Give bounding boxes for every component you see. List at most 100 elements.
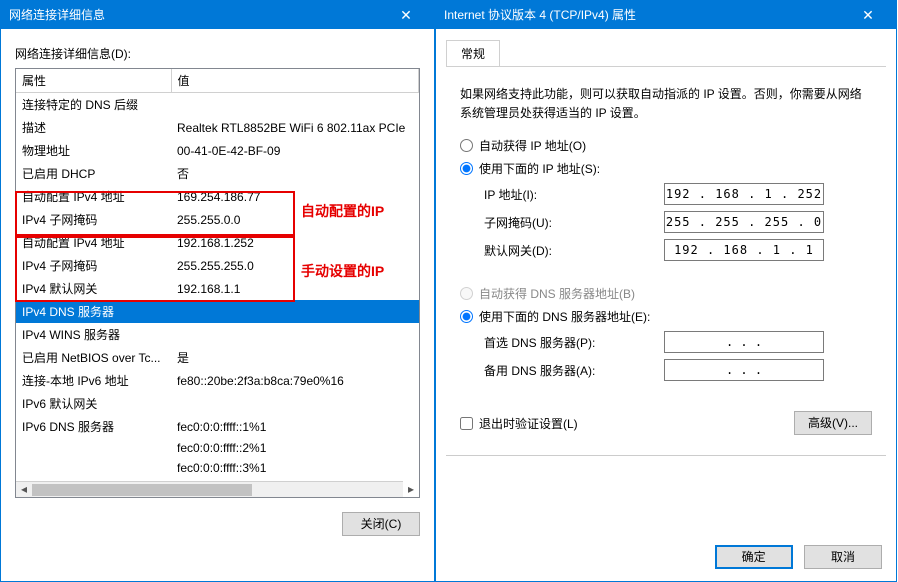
cell-value — [171, 392, 419, 415]
table-row[interactable]: IPv4 WINS 服务器 — [16, 323, 419, 346]
cell-value: 169.254.186.77 — [171, 185, 419, 208]
cell-value — [171, 93, 419, 117]
radio-use-dns[interactable]: 使用下面的 DNS 服务器地址(E): — [460, 308, 872, 325]
close-button[interactable]: 关闭(C) — [342, 512, 420, 536]
input-gateway[interactable]: 192 . 168 . 1 . 1 — [664, 239, 824, 261]
table-row[interactable]: IPv6 默认网关 — [16, 392, 419, 415]
cell-property: IPv4 子网掩码 — [16, 254, 171, 277]
table-row[interactable]: 描述Realtek RTL8852BE WiFi 6 802.11ax PCIe — [16, 116, 419, 139]
window-title: Internet 协议版本 4 (TCP/IPv4) 属性 — [444, 1, 636, 29]
close-icon[interactable]: ✕ — [386, 1, 426, 29]
cell-property: 已启用 NetBIOS over Tc... — [16, 346, 171, 369]
scroll-left-icon[interactable]: ◂ — [16, 482, 32, 498]
radio-use-ip-label: 使用下面的 IP 地址(S): — [479, 160, 600, 177]
checkbox-validate-label: 退出时验证设置(L) — [479, 415, 578, 432]
ok-button[interactable]: 确定 — [715, 545, 793, 569]
col-value[interactable]: 值 — [171, 69, 419, 93]
separator — [446, 455, 886, 456]
table-row[interactable]: 自动配置 IPv4 地址192.168.1.252 — [16, 231, 419, 254]
cell-value: fe80::20be:2f3a:b8ca:79e0%16 — [171, 369, 419, 392]
description-text: 如果网络支持此功能，则可以获取自动指派的 IP 设置。否则，你需要从网络系统管理… — [460, 85, 872, 123]
radio-use-ip[interactable]: 使用下面的 IP 地址(S): — [460, 160, 872, 177]
table-row[interactable]: fec0:0:0:ffff::3%1 — [16, 458, 419, 478]
label-mask: 子网掩码(U): — [484, 214, 664, 231]
cell-property: 物理地址 — [16, 139, 171, 162]
cell-property: IPv6 DNS 服务器 — [16, 415, 171, 438]
input-dns2[interactable]: . . . — [664, 359, 824, 381]
radio-auto-ip[interactable]: 自动获得 IP 地址(O) — [460, 137, 872, 154]
cell-value — [171, 300, 419, 323]
cell-value: fec0:0:0:ffff::1%1 — [171, 415, 419, 438]
cell-value: 192.168.1.252 — [171, 231, 419, 254]
table-row[interactable]: 自动配置 IPv4 地址169.254.186.77 — [16, 185, 419, 208]
cell-value: 00-41-0E-42-BF-09 — [171, 139, 419, 162]
cell-property — [16, 438, 171, 458]
radio-use-dns-input[interactable] — [460, 310, 473, 323]
table-row[interactable]: IPv4 DNS 服务器 — [16, 300, 419, 323]
col-property[interactable]: 属性 — [16, 69, 171, 93]
cell-value: 255.255.0.0 — [171, 208, 419, 231]
radio-auto-dns-input — [460, 287, 473, 300]
table-row[interactable]: IPv4 子网掩码255.255.255.0 — [16, 254, 419, 277]
cancel-button[interactable]: 取消 — [804, 545, 882, 569]
tab-bar: 常规 — [446, 39, 886, 67]
radio-auto-dns: 自动获得 DNS 服务器地址(B) — [460, 285, 872, 302]
checkbox-validate[interactable]: 退出时验证设置(L) — [460, 415, 578, 432]
table-row[interactable]: 已启用 DHCP否 — [16, 162, 419, 185]
cell-value: Realtek RTL8852BE WiFi 6 802.11ax PCIe — [171, 116, 419, 139]
cell-value: 255.255.255.0 — [171, 254, 419, 277]
ipv4-properties-window: Internet 协议版本 4 (TCP/IPv4) 属性 ✕ 常规 如果网络支… — [435, 0, 897, 582]
radio-auto-dns-label: 自动获得 DNS 服务器地址(B) — [479, 285, 635, 302]
cell-property: 已启用 DHCP — [16, 162, 171, 185]
details-table-wrap: 属性 值 连接特定的 DNS 后缀描述Realtek RTL8852BE WiF… — [15, 68, 420, 498]
table-row[interactable]: 已启用 NetBIOS over Tc...是 — [16, 346, 419, 369]
details-label: 网络连接详细信息(D): — [15, 45, 420, 62]
cell-value: 是 — [171, 346, 419, 369]
cell-property: IPv4 默认网关 — [16, 277, 171, 300]
cell-property: 自动配置 IPv4 地址 — [16, 231, 171, 254]
scroll-right-icon[interactable]: ▸ — [403, 482, 419, 498]
radio-use-dns-label: 使用下面的 DNS 服务器地址(E): — [479, 308, 650, 325]
checkbox-validate-input[interactable] — [460, 417, 473, 430]
cell-property: IPv4 WINS 服务器 — [16, 323, 171, 346]
label-ip: IP 地址(I): — [484, 186, 664, 203]
cell-value — [171, 323, 419, 346]
input-mask[interactable]: 255 . 255 . 255 . 0 — [664, 211, 824, 233]
table-row[interactable]: IPv6 DNS 服务器fec0:0:0:ffff::1%1 — [16, 415, 419, 438]
radio-auto-ip-input[interactable] — [460, 139, 473, 152]
label-gateway: 默认网关(D): — [484, 242, 664, 259]
details-table: 属性 值 连接特定的 DNS 后缀描述Realtek RTL8852BE WiF… — [16, 69, 419, 478]
cell-property: 连接-本地 IPv6 地址 — [16, 369, 171, 392]
tab-general[interactable]: 常规 — [446, 40, 500, 66]
cell-property: IPv4 子网掩码 — [16, 208, 171, 231]
input-dns1[interactable]: . . . — [664, 331, 824, 353]
table-row[interactable]: 连接-本地 IPv6 地址fe80::20be:2f3a:b8ca:79e0%1… — [16, 369, 419, 392]
window-title: 网络连接详细信息 — [9, 1, 105, 29]
cell-property: IPv4 DNS 服务器 — [16, 300, 171, 323]
label-dns1: 首选 DNS 服务器(P): — [484, 334, 664, 351]
advanced-button[interactable]: 高级(V)... — [794, 411, 872, 435]
table-row[interactable]: IPv4 默认网关192.168.1.1 — [16, 277, 419, 300]
table-row[interactable]: 物理地址00-41-0E-42-BF-09 — [16, 139, 419, 162]
scrollbar-thumb[interactable] — [32, 484, 252, 496]
cell-property: 连接特定的 DNS 后缀 — [16, 93, 171, 117]
titlebar[interactable]: 网络连接详细信息 ✕ — [1, 1, 434, 29]
cell-value: 否 — [171, 162, 419, 185]
close-icon[interactable]: ✕ — [848, 1, 888, 29]
table-row[interactable]: 连接特定的 DNS 后缀 — [16, 93, 419, 117]
cell-property — [16, 458, 171, 478]
horizontal-scrollbar[interactable]: ◂ ▸ — [16, 481, 403, 497]
table-row[interactable]: IPv4 子网掩码255.255.0.0 — [16, 208, 419, 231]
titlebar[interactable]: Internet 协议版本 4 (TCP/IPv4) 属性 ✕ — [436, 1, 896, 29]
cell-value: fec0:0:0:ffff::2%1 — [171, 438, 419, 458]
radio-auto-ip-label: 自动获得 IP 地址(O) — [479, 137, 586, 154]
cell-value: fec0:0:0:ffff::3%1 — [171, 458, 419, 478]
cell-property: 自动配置 IPv4 地址 — [16, 185, 171, 208]
label-dns2: 备用 DNS 服务器(A): — [484, 362, 664, 379]
network-details-window: 网络连接详细信息 ✕ 网络连接详细信息(D): 属性 值 连接特定的 DNS 后… — [0, 0, 435, 582]
input-ip[interactable]: 192 . 168 . 1 . 252 — [664, 183, 824, 205]
table-row[interactable]: fec0:0:0:ffff::2%1 — [16, 438, 419, 458]
radio-use-ip-input[interactable] — [460, 162, 473, 175]
cell-value: 192.168.1.1 — [171, 277, 419, 300]
cell-property: 描述 — [16, 116, 171, 139]
